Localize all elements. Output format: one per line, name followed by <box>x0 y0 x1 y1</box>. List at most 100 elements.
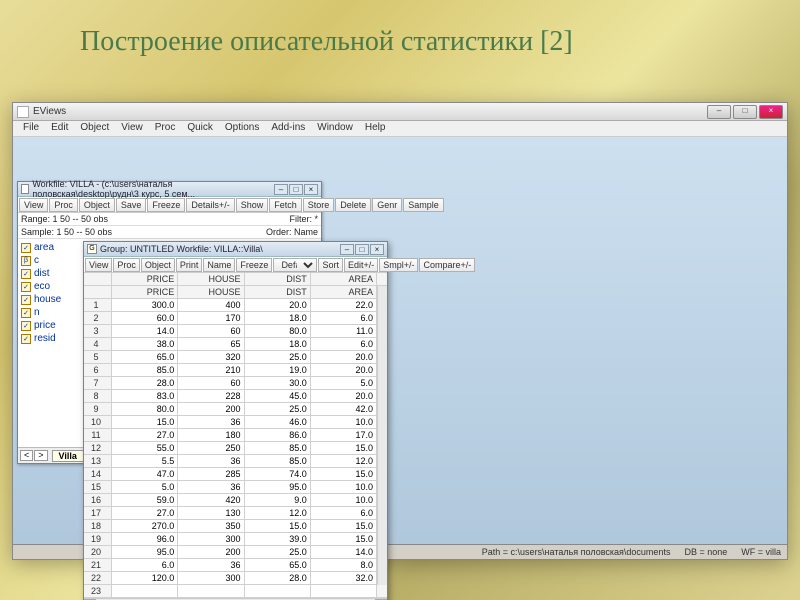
wf-btn-show[interactable]: Show <box>236 198 269 212</box>
data-cell[interactable]: 420 <box>178 494 244 507</box>
menu-options[interactable]: Options <box>219 121 265 136</box>
col-header[interactable]: AREA <box>311 273 377 286</box>
row-number[interactable]: 16 <box>84 494 112 507</box>
data-cell[interactable]: 12.0 <box>311 455 377 468</box>
row-number[interactable]: 4 <box>84 338 112 351</box>
data-cell[interactable]: 15.0 <box>311 468 377 481</box>
menu-window[interactable]: Window <box>311 121 359 136</box>
row-number[interactable]: 11 <box>84 429 112 442</box>
maximize-button[interactable]: □ <box>733 105 757 119</box>
row-number[interactable]: 9 <box>84 403 112 416</box>
data-cell[interactable]: 45.0 <box>245 390 311 403</box>
data-cell[interactable]: 18.0 <box>245 338 311 351</box>
row-number[interactable]: 13 <box>84 455 112 468</box>
grp-btn-smpl[interactable]: Smpl+/- <box>379 258 418 272</box>
tab-scroll-right[interactable]: > <box>34 450 47 461</box>
menu-object[interactable]: Object <box>74 121 115 136</box>
data-cell[interactable]: 36 <box>178 559 244 572</box>
data-cell[interactable]: 300 <box>178 533 244 546</box>
data-cell[interactable]: 130 <box>178 507 244 520</box>
data-cell[interactable]: 10.0 <box>311 416 377 429</box>
wf-btn-fetch[interactable]: Fetch <box>269 198 302 212</box>
data-cell[interactable]: 15.0 <box>311 520 377 533</box>
row-number[interactable]: 10 <box>84 416 112 429</box>
col-header[interactable]: AREA <box>311 286 377 299</box>
col-header[interactable]: HOUSE <box>178 286 244 299</box>
row-number[interactable]: 5 <box>84 351 112 364</box>
menu-addins[interactable]: Add-ins <box>265 121 311 136</box>
data-cell[interactable]: 36 <box>178 416 244 429</box>
grp-close-button[interactable]: × <box>370 244 384 255</box>
data-cell[interactable]: 25.0 <box>245 546 311 559</box>
grp-btn-view[interactable]: View <box>85 258 112 272</box>
data-cell[interactable]: 19.0 <box>245 364 311 377</box>
data-cell[interactable]: 42.0 <box>311 403 377 416</box>
wf-btn-sample[interactable]: Sample <box>403 198 444 212</box>
data-cell[interactable]: 60 <box>178 377 244 390</box>
data-cell[interactable]: 27.0 <box>112 507 178 520</box>
data-cell[interactable]: 60.0 <box>112 312 178 325</box>
data-cell[interactable]: 20.0 <box>245 299 311 312</box>
data-cell[interactable]: 22.0 <box>311 299 377 312</box>
data-cell[interactable]: 80.0 <box>112 403 178 416</box>
row-number[interactable]: 17 <box>84 507 112 520</box>
group-titlebar[interactable]: G Group: UNTITLED Workfile: VILLA::Villa… <box>84 242 387 257</box>
data-cell[interactable]: 17.0 <box>311 429 377 442</box>
data-cell[interactable]: 300 <box>178 572 244 585</box>
row-number[interactable]: 19 <box>84 533 112 546</box>
data-cell[interactable]: 85.0 <box>245 455 311 468</box>
data-cell[interactable]: 32.0 <box>311 572 377 585</box>
wf-minimize-button[interactable]: – <box>274 184 288 195</box>
data-cell[interactable]: 85.0 <box>112 364 178 377</box>
wf-maximize-button[interactable]: □ <box>289 184 303 195</box>
menu-edit[interactable]: Edit <box>45 121 74 136</box>
data-cell[interactable]: 25.0 <box>245 351 311 364</box>
row-number[interactable]: 20 <box>84 546 112 559</box>
menu-quick[interactable]: Quick <box>181 121 219 136</box>
col-header[interactable]: PRICE <box>112 273 178 286</box>
data-cell[interactable]: 200 <box>178 403 244 416</box>
wf-btn-freeze[interactable]: Freeze <box>147 198 185 212</box>
data-cell[interactable]: 74.0 <box>245 468 311 481</box>
data-cell[interactable]: 36 <box>178 481 244 494</box>
grp-btn-proc[interactable]: Proc <box>113 258 140 272</box>
col-header[interactable]: DIST <box>245 273 311 286</box>
data-cell[interactable]: 12.0 <box>245 507 311 520</box>
grp-btn-sort[interactable]: Sort <box>318 258 343 272</box>
data-cell[interactable]: 6.0 <box>311 312 377 325</box>
col-header[interactable]: PRICE <box>112 286 178 299</box>
data-cell[interactable]: 15.0 <box>245 520 311 533</box>
data-cell[interactable]: 300.0 <box>112 299 178 312</box>
data-cell[interactable]: 200 <box>178 546 244 559</box>
data-cell[interactable]: 180 <box>178 429 244 442</box>
data-cell[interactable]: 8.0 <box>311 559 377 572</box>
grp-btn-object[interactable]: Object <box>141 258 175 272</box>
menu-view[interactable]: View <box>115 121 149 136</box>
data-cell[interactable]: 55.0 <box>112 442 178 455</box>
data-cell[interactable]: 10.0 <box>311 494 377 507</box>
data-cell[interactable]: 250 <box>178 442 244 455</box>
data-cell[interactable]: 20.0 <box>311 364 377 377</box>
row-number[interactable]: 12 <box>84 442 112 455</box>
data-cell[interactable]: 6.0 <box>311 507 377 520</box>
grp-btn-freeze[interactable]: Freeze <box>236 258 272 272</box>
data-cell[interactable]: 85.0 <box>245 442 311 455</box>
data-cell[interactable]: 27.0 <box>112 429 178 442</box>
workfile-titlebar[interactable]: Workfile: VILLA - (c:\users\наталья поло… <box>18 182 321 197</box>
vertical-scrollbar[interactable] <box>377 286 387 585</box>
data-cell[interactable]: 65.0 <box>112 351 178 364</box>
row-header[interactable] <box>84 286 112 299</box>
data-cell[interactable]: 39.0 <box>245 533 311 546</box>
data-cell[interactable] <box>112 585 178 598</box>
data-cell[interactable]: 228 <box>178 390 244 403</box>
data-cell[interactable]: 59.0 <box>112 494 178 507</box>
data-cell[interactable]: 120.0 <box>112 572 178 585</box>
row-number[interactable]: 6 <box>84 364 112 377</box>
data-cell[interactable]: 350 <box>178 520 244 533</box>
data-cell[interactable]: 60 <box>178 325 244 338</box>
row-header[interactable] <box>84 273 112 286</box>
tab-villa[interactable]: Villa <box>52 450 84 462</box>
data-cell[interactable]: 14.0 <box>112 325 178 338</box>
row-number[interactable]: 8 <box>84 390 112 403</box>
data-cell[interactable]: 36 <box>178 455 244 468</box>
